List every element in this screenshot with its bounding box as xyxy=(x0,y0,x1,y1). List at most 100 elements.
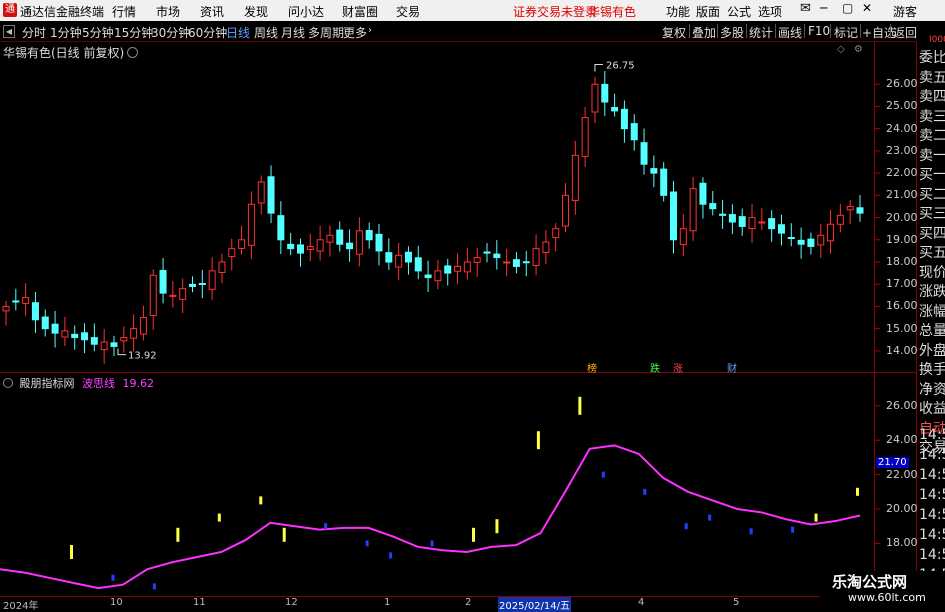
candle-body xyxy=(287,243,295,250)
settings-circle-icon[interactable] xyxy=(127,47,139,58)
candle-body xyxy=(31,302,39,321)
y-tick-label: 21.00 xyxy=(886,188,918,202)
sub-y-tick-label: 24.00 xyxy=(886,433,918,447)
low-label: 13.92 xyxy=(128,351,157,362)
indicator-bar xyxy=(176,527,180,542)
candle-body xyxy=(817,234,825,246)
candle-body xyxy=(719,213,727,216)
x-tick-label: 12 xyxy=(285,597,298,608)
indicator-bar xyxy=(111,574,115,581)
candle-body xyxy=(355,230,363,255)
y-axis-divider xyxy=(874,41,875,596)
candle-body xyxy=(777,224,785,234)
candle-body xyxy=(630,123,638,141)
candle-body xyxy=(679,228,687,246)
candle-body xyxy=(61,330,69,338)
indicator-name[interactable]: 殿朋指标网 xyxy=(20,377,75,390)
kline-chart[interactable]: 26.75 13.92 xyxy=(0,0,945,609)
sub-y-tick-label: 20.00 xyxy=(886,502,918,515)
candle-body xyxy=(414,257,422,272)
candle-body xyxy=(758,221,766,224)
candle-body xyxy=(669,191,677,241)
x-tick-label: 10 xyxy=(110,597,123,608)
indicator-bar xyxy=(217,513,221,522)
candle-body xyxy=(463,261,471,273)
candle-body xyxy=(532,248,540,267)
event-marker[interactable]: 跌 xyxy=(649,360,661,375)
y-tick-label: 18.00 xyxy=(886,255,918,268)
indicator-bar xyxy=(578,396,582,415)
y-tick-label: 17.00 xyxy=(886,277,918,291)
indicator-line-name: 波思线 xyxy=(82,377,115,390)
x-tick-label: 11 xyxy=(193,597,206,608)
indicator-bar xyxy=(749,528,753,535)
candle-body xyxy=(650,168,658,174)
date-axis: 2024年 10 11 12 1 2 2025/02/14/五 4 5 xyxy=(0,596,916,612)
candle-body xyxy=(22,297,30,304)
sub-y-tick-label: 18.00 xyxy=(886,536,918,550)
candle-body xyxy=(238,239,246,249)
candle-body xyxy=(385,252,393,263)
indicator-bar xyxy=(708,514,712,521)
candle-body xyxy=(306,245,314,251)
indicator-line xyxy=(0,444,861,590)
candle-body xyxy=(130,328,138,339)
candle-body xyxy=(90,337,98,345)
indicator-bar xyxy=(365,540,369,547)
candle-body xyxy=(846,205,854,211)
candle-body xyxy=(41,316,49,330)
diamond-icon[interactable]: ◇ xyxy=(837,44,845,55)
candle-body xyxy=(512,259,520,267)
x-tick-label: 4 xyxy=(638,597,645,608)
candle-body xyxy=(660,168,668,196)
candle-body xyxy=(571,154,579,202)
candle-body xyxy=(404,251,412,263)
high-marker xyxy=(594,64,603,72)
y-tick-label: 23.00 xyxy=(886,143,918,157)
candle-body xyxy=(856,207,864,214)
candle-body xyxy=(110,342,118,347)
indicator-bar xyxy=(601,471,605,478)
candle-body xyxy=(620,108,628,130)
candle-body xyxy=(827,223,835,242)
candle-body xyxy=(316,239,324,252)
candle-body xyxy=(267,176,275,214)
event-marker[interactable]: 涨 xyxy=(672,360,684,375)
indicator-bar xyxy=(791,526,795,533)
y-tick-label: 20.00 xyxy=(886,210,918,224)
event-marker[interactable]: 榜 xyxy=(586,360,598,375)
candle-body xyxy=(100,341,108,351)
indicator-bar xyxy=(389,552,393,559)
panel-divider[interactable] xyxy=(0,372,916,373)
candle-body xyxy=(208,270,216,290)
x-tick-label: 5 xyxy=(733,597,740,608)
indicator-settings-icon[interactable] xyxy=(3,378,13,388)
main-chart-title-text: 华锡有色(日线 前复权) xyxy=(3,46,125,60)
candle-body xyxy=(807,238,815,247)
candle-body xyxy=(797,239,805,245)
main-chart-title: 华锡有色(日线 前复权) xyxy=(3,44,139,61)
indicator-bar xyxy=(152,583,156,590)
event-marker[interactable]: 财 xyxy=(726,360,738,375)
candle-body xyxy=(139,317,147,335)
candle-body xyxy=(444,265,452,274)
candle-body xyxy=(611,106,619,112)
indicator-bar xyxy=(495,519,499,534)
candle-body xyxy=(247,203,255,246)
candle-body xyxy=(346,242,354,250)
candle-body xyxy=(640,142,648,165)
candle-body xyxy=(395,254,403,268)
candle-body xyxy=(424,274,432,279)
candle-body xyxy=(601,83,609,103)
candle-body xyxy=(51,323,59,334)
gear-icon[interactable]: ⚙ xyxy=(854,44,863,55)
candle-body xyxy=(277,215,285,241)
candle-body xyxy=(699,182,707,205)
indicator-bar xyxy=(324,523,328,530)
current-price-tag: 21.70 xyxy=(876,457,909,468)
indicator-bar xyxy=(70,545,73,559)
candle-body xyxy=(169,294,177,297)
candle-body xyxy=(562,194,570,227)
candle-body xyxy=(503,261,511,264)
y-tick-label: 26.00 xyxy=(886,77,918,91)
